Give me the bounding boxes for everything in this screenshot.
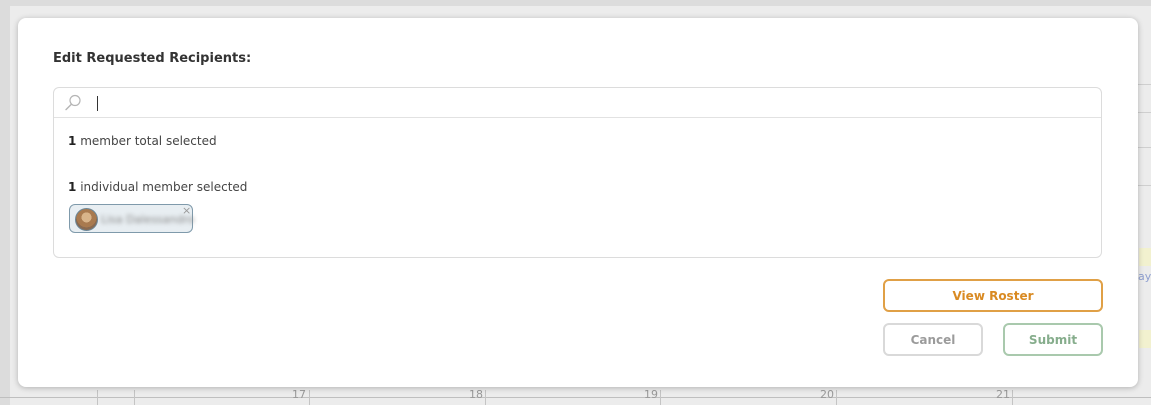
background-event-text: ay <box>1138 270 1151 283</box>
calendar-day-number: 18 <box>469 388 483 401</box>
background-divider <box>1138 147 1151 148</box>
background-divider <box>1138 112 1151 113</box>
recipient-picker: 1 member total selected 1 individual mem… <box>53 87 1102 258</box>
total-selected-summary: 1 member total selected <box>68 134 217 148</box>
background-divider <box>1138 84 1151 85</box>
remove-member-icon[interactable]: × <box>182 204 191 217</box>
submit-button[interactable]: Submit <box>1003 323 1103 356</box>
background-divider <box>309 390 310 405</box>
modal-title: Edit Requested Recipients: <box>53 51 252 66</box>
background-event-block <box>1139 248 1151 266</box>
individual-selected-summary: 1 individual member selected <box>68 180 247 194</box>
cancel-button[interactable]: Cancel <box>883 323 983 356</box>
background-divider <box>0 397 1151 398</box>
calendar-day-number: 17 <box>292 388 306 401</box>
calendar-day-number: 20 <box>820 388 834 401</box>
view-roster-button[interactable]: View Roster <box>883 279 1103 312</box>
total-selected-count: 1 <box>68 134 77 148</box>
search-icon <box>65 94 81 111</box>
member-chip-name: Lisa Dalessandro <box>101 213 195 226</box>
background-divider <box>1138 185 1151 186</box>
background-divider <box>485 390 486 405</box>
background-divider <box>660 390 661 405</box>
calendar-day-number: 19 <box>644 388 658 401</box>
text-caret <box>97 96 98 111</box>
search-input[interactable] <box>94 92 1074 114</box>
background-event-block <box>1139 330 1151 348</box>
background-divider <box>1012 390 1013 405</box>
individual-selected-count: 1 <box>68 180 77 194</box>
edit-recipients-modal: Edit Requested Recipients: 1 member tota… <box>18 18 1138 387</box>
background-divider <box>97 390 98 405</box>
calendar-day-number: 21 <box>996 388 1010 401</box>
member-chip[interactable]: Lisa Dalessandro × <box>69 204 195 233</box>
background-divider <box>836 390 837 405</box>
individual-selected-label: individual member selected <box>80 180 248 194</box>
total-selected-label: member total selected <box>80 134 217 148</box>
background-divider <box>134 390 135 405</box>
avatar <box>75 208 98 231</box>
search-bar[interactable] <box>54 88 1101 118</box>
